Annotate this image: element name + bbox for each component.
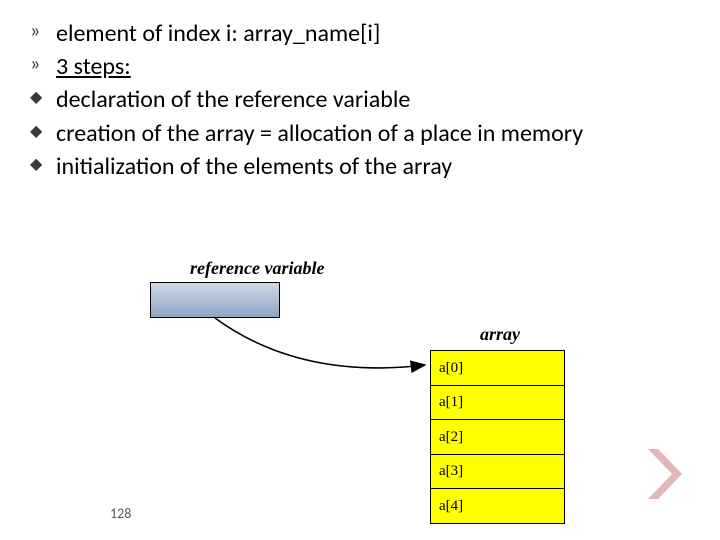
array-cell: a[1] [430,385,565,421]
list-item: ◆ initialization of the elements of the … [30,151,690,182]
slide: » element of index i: array_name[i] » 3 … [0,0,720,540]
array-cell: a[3] [430,454,565,490]
list-item-text: 3 steps: [56,51,131,82]
list-item-text: creation of the array = allocation of a … [56,118,583,149]
page-number: 128 [110,505,131,522]
list-item: ◆ declaration of the reference variable [30,84,690,115]
bullet-mark: » [30,51,56,77]
list-item-text: element of index i: array_name[i] [56,18,380,49]
bullet-mark: » [30,18,56,44]
array-cell: a[4] [430,488,565,524]
list-item: ◆ creation of the array = allocation of … [30,118,690,149]
diamond-icon: ◆ [30,151,56,179]
array-label: array [480,324,520,345]
reference-variable-label: reference variable [190,258,324,279]
diamond-icon: ◆ [30,84,56,112]
diamond-icon: ◆ [30,118,56,146]
array-cell: a[2] [430,419,565,455]
array-stack: a[0] a[1] a[2] a[3] a[4] [430,350,565,524]
chevron-right-icon [642,445,692,503]
list-item: » 3 steps: [30,51,690,82]
list-item-text: declaration of the reference variable [56,84,410,115]
bullet-list: » element of index i: array_name[i] » 3 … [30,18,690,182]
array-cell: a[0] [430,350,565,386]
list-item-text: initialization of the elements of the ar… [56,151,452,182]
reference-variable-box [150,282,280,318]
list-item: » element of index i: array_name[i] [30,18,690,49]
